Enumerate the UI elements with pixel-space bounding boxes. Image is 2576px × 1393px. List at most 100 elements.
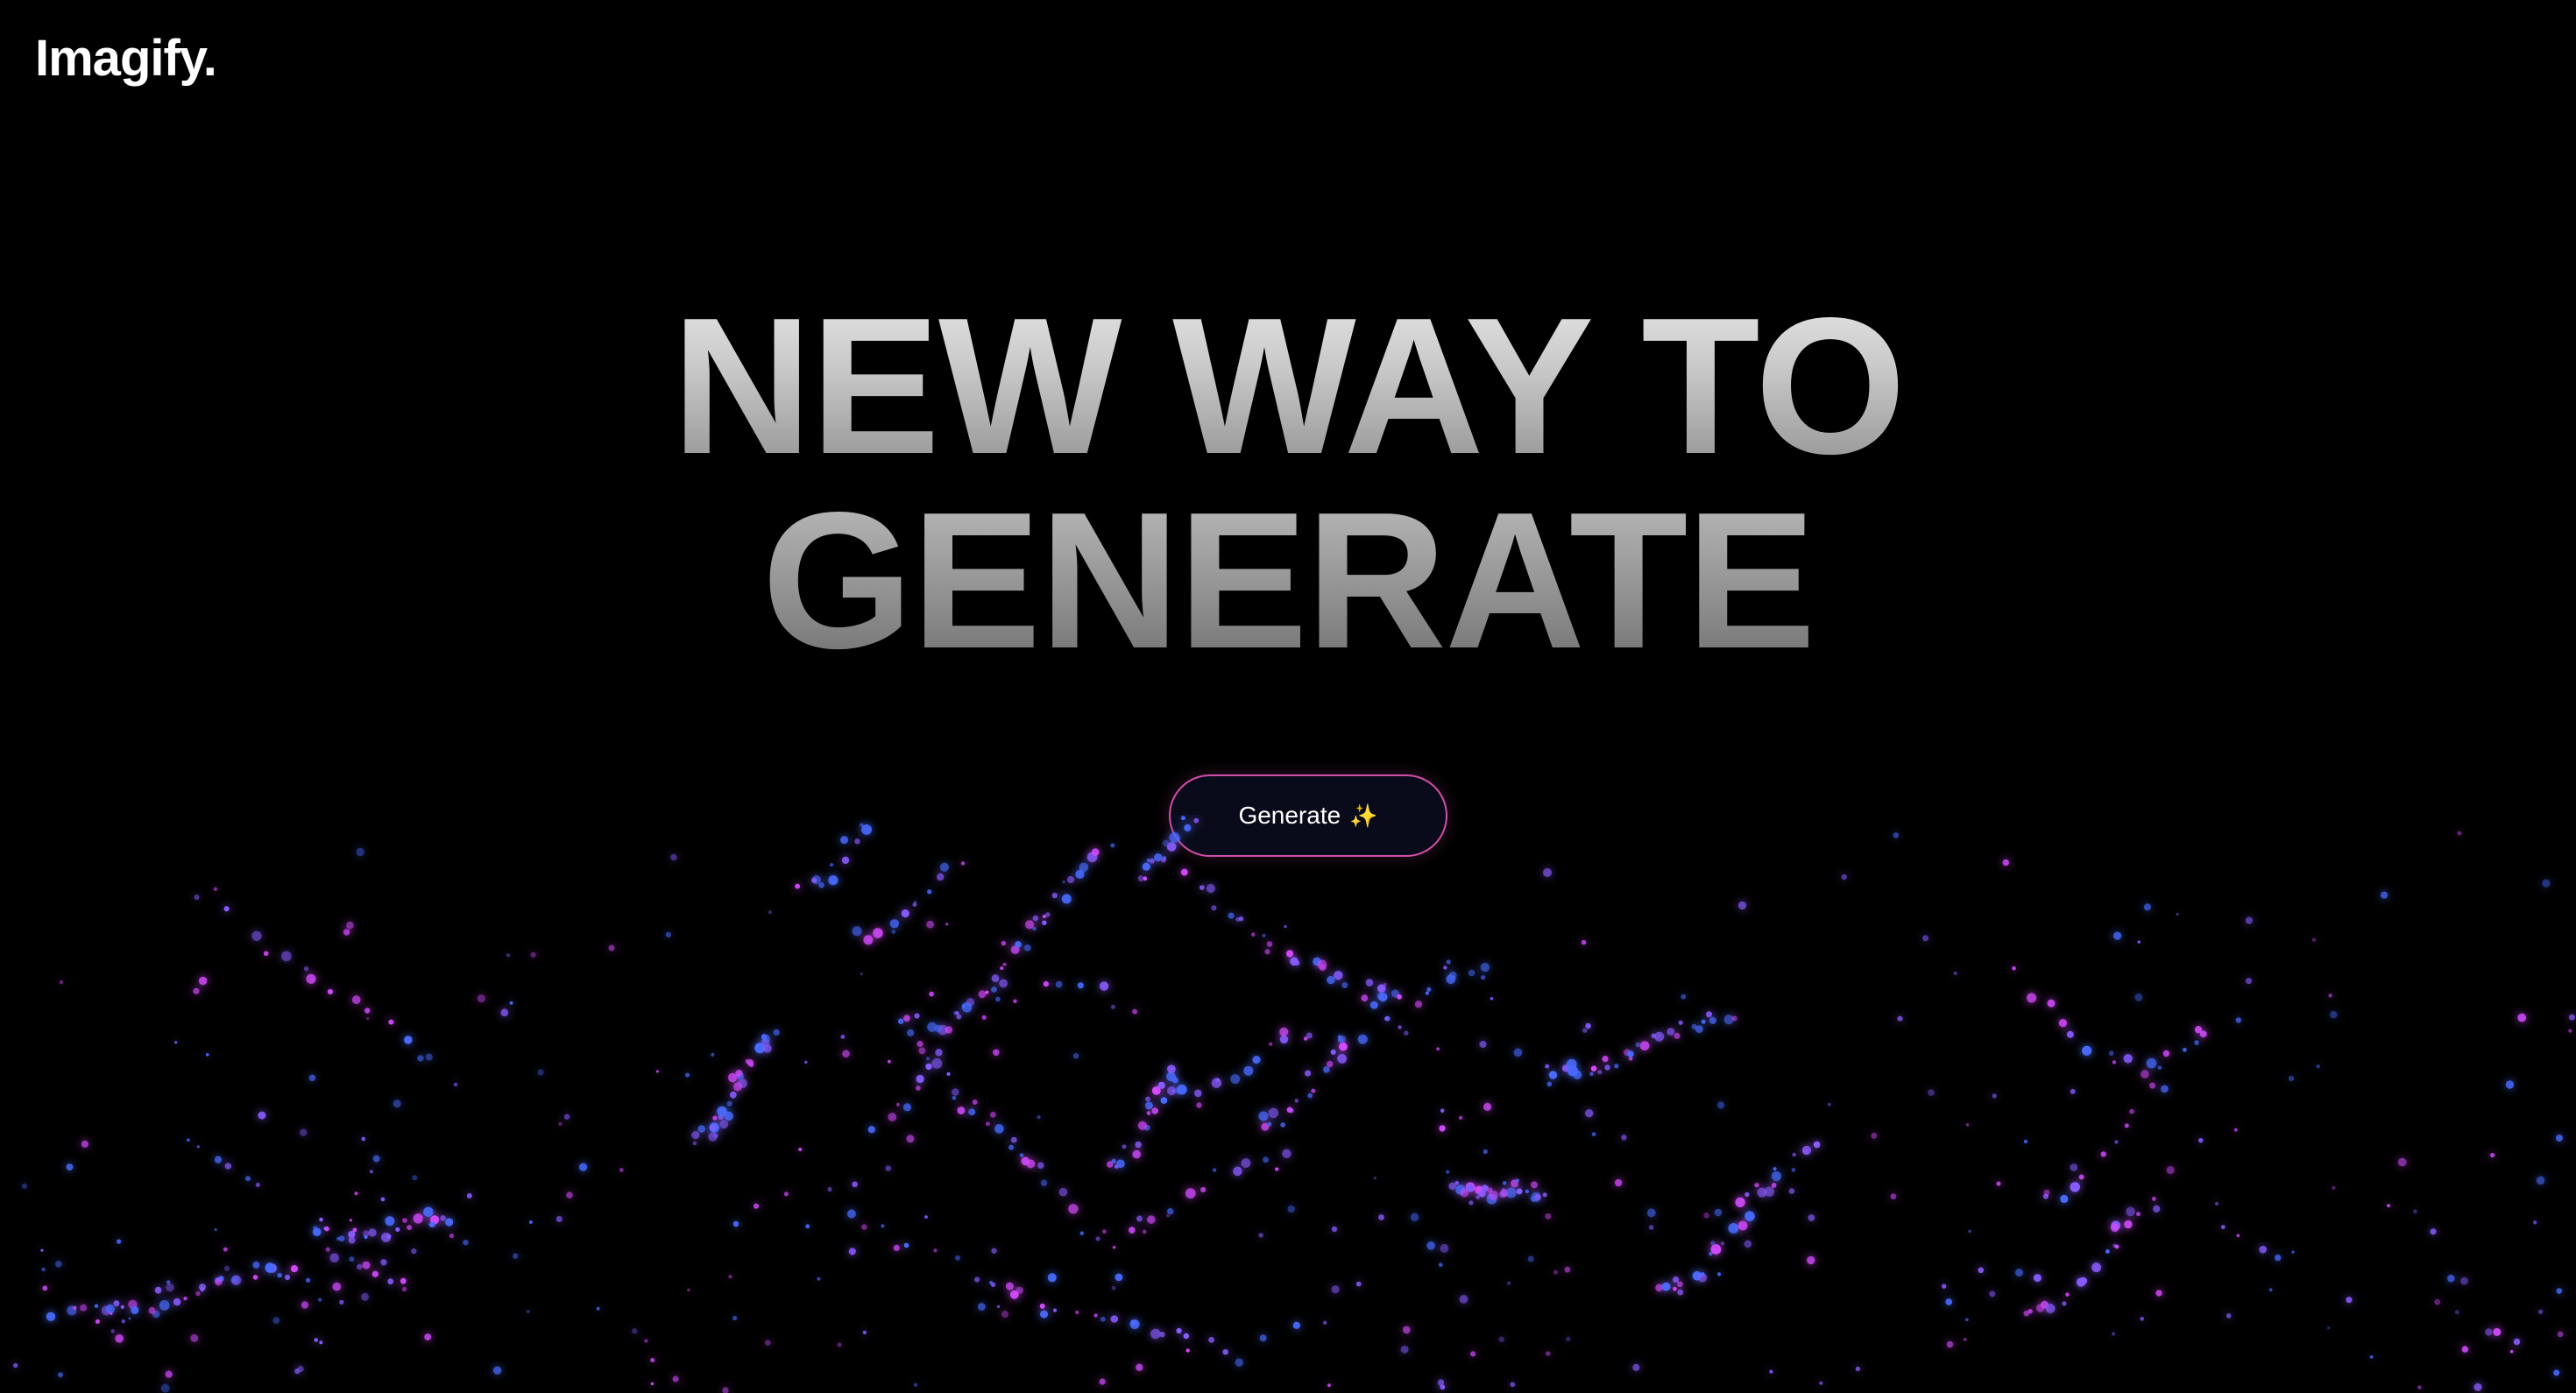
particle-dot bbox=[223, 1265, 230, 1271]
particle-dot bbox=[1228, 912, 1235, 919]
particle-dot bbox=[1723, 1015, 1734, 1025]
particle-dot bbox=[935, 1049, 943, 1057]
particle-dot bbox=[991, 986, 997, 993]
particle-dot bbox=[2291, 1250, 2295, 1254]
particle-dot bbox=[1075, 1310, 1079, 1315]
particle-dot bbox=[366, 1017, 370, 1021]
particle-dot bbox=[1287, 1205, 1296, 1213]
particle-dot bbox=[205, 1053, 209, 1057]
particle-dot bbox=[2493, 1327, 2502, 1336]
particle-dot bbox=[1710, 1244, 1722, 1255]
particle-dot bbox=[981, 1015, 987, 1020]
particle-dot bbox=[2023, 1139, 2028, 1144]
particle-dot bbox=[717, 1106, 727, 1117]
particle-dot bbox=[1136, 1363, 1143, 1371]
particle-dot bbox=[1051, 892, 1058, 899]
particle-dot bbox=[2387, 1204, 2390, 1208]
particle-dot bbox=[463, 1240, 469, 1246]
particle-dot bbox=[339, 1299, 344, 1305]
particle-dot bbox=[2027, 993, 2037, 1003]
particle-dot bbox=[918, 1047, 926, 1055]
particle-dot bbox=[1942, 1283, 1947, 1289]
particle-dot bbox=[449, 1233, 455, 1239]
particle-dot bbox=[1384, 982, 1387, 986]
particle-dot bbox=[994, 1124, 1004, 1134]
particle-dot bbox=[404, 1036, 413, 1044]
particle-dot bbox=[687, 1288, 690, 1292]
particle-dot bbox=[343, 929, 350, 936]
particle-dot bbox=[332, 1282, 342, 1291]
particle-dot bbox=[2012, 966, 2016, 971]
particle-dot bbox=[356, 847, 364, 857]
particle-dot bbox=[1531, 1181, 1538, 1189]
particle-dot bbox=[1215, 1078, 1220, 1082]
brand-logo[interactable]: Imagify. bbox=[35, 33, 217, 84]
particle-dot bbox=[2380, 891, 2388, 899]
particle-dot bbox=[380, 1259, 387, 1266]
particle-dot bbox=[863, 935, 874, 945]
particle-dot bbox=[1553, 1269, 1558, 1275]
particle-dot bbox=[1222, 1349, 1228, 1355]
particle-dot bbox=[318, 1298, 322, 1302]
particle-dot bbox=[1013, 999, 1017, 1004]
particle-dot bbox=[2568, 1029, 2572, 1033]
particle-dot bbox=[2332, 1185, 2336, 1190]
particle-dot bbox=[691, 1131, 700, 1140]
particle-dot bbox=[1292, 1321, 1300, 1329]
particle-dot bbox=[804, 1060, 808, 1064]
particle-dot bbox=[873, 928, 883, 938]
particle-dot bbox=[412, 1175, 418, 1181]
particle-dot bbox=[1208, 1336, 1214, 1343]
particle-dot bbox=[2114, 1140, 2119, 1144]
particle-dot bbox=[891, 930, 896, 934]
particle-dot bbox=[729, 1091, 737, 1099]
particle-dot bbox=[2157, 1065, 2162, 1070]
particle-dot bbox=[990, 1112, 996, 1118]
particle-dot bbox=[1590, 1065, 1597, 1071]
particle-dot bbox=[1306, 1032, 1313, 1039]
particle-dot bbox=[837, 1342, 842, 1347]
particle-dot bbox=[2105, 1249, 2110, 1254]
particle-dot bbox=[1754, 1183, 1759, 1188]
particle-dot bbox=[952, 1095, 957, 1100]
particle-dot bbox=[1171, 1077, 1178, 1084]
particle-dot bbox=[509, 1001, 513, 1005]
particle-dot bbox=[840, 1035, 846, 1039]
particle-dot bbox=[1176, 836, 1181, 841]
particle-dot bbox=[685, 1072, 690, 1078]
particle-dot bbox=[861, 1224, 867, 1230]
particle-dot bbox=[148, 1306, 156, 1314]
particle-dot bbox=[1355, 1281, 1362, 1287]
particle-dot bbox=[380, 1197, 386, 1202]
particle-dot bbox=[1426, 986, 1432, 992]
particle-dot bbox=[1764, 1186, 1775, 1197]
particle-dot bbox=[477, 994, 485, 1003]
particle-dot bbox=[325, 1247, 330, 1252]
particle-dot bbox=[1079, 1231, 1085, 1235]
particle-dot bbox=[368, 1228, 377, 1237]
particle-dot bbox=[55, 1261, 62, 1268]
particle-dot bbox=[1604, 1064, 1610, 1071]
particle-dot bbox=[95, 1319, 100, 1324]
particle-dot bbox=[846, 1209, 856, 1219]
particle-dot bbox=[722, 1387, 729, 1393]
particle-dot bbox=[989, 1281, 994, 1284]
particle-dot bbox=[2060, 1194, 2069, 1204]
particle-dot bbox=[440, 1215, 447, 1221]
particle-dot bbox=[526, 1310, 530, 1313]
particle-dot bbox=[1233, 1166, 1242, 1177]
particle-dot bbox=[300, 1128, 308, 1136]
particle-dot bbox=[223, 906, 230, 912]
particle-dot bbox=[2176, 913, 2179, 916]
particle-dot bbox=[81, 1140, 88, 1148]
particle-dot bbox=[2509, 1349, 2514, 1354]
particle-dot bbox=[1400, 1345, 1409, 1354]
particle-dot bbox=[529, 1220, 533, 1224]
particle-dot bbox=[290, 1265, 298, 1273]
particle-dot bbox=[1548, 1071, 1558, 1079]
particle-dot bbox=[1000, 966, 1004, 971]
particle-dot bbox=[2536, 1176, 2545, 1185]
particle-dot bbox=[2112, 1060, 2117, 1064]
particle-dot bbox=[284, 1274, 291, 1281]
particle-dot bbox=[2182, 1047, 2187, 1052]
